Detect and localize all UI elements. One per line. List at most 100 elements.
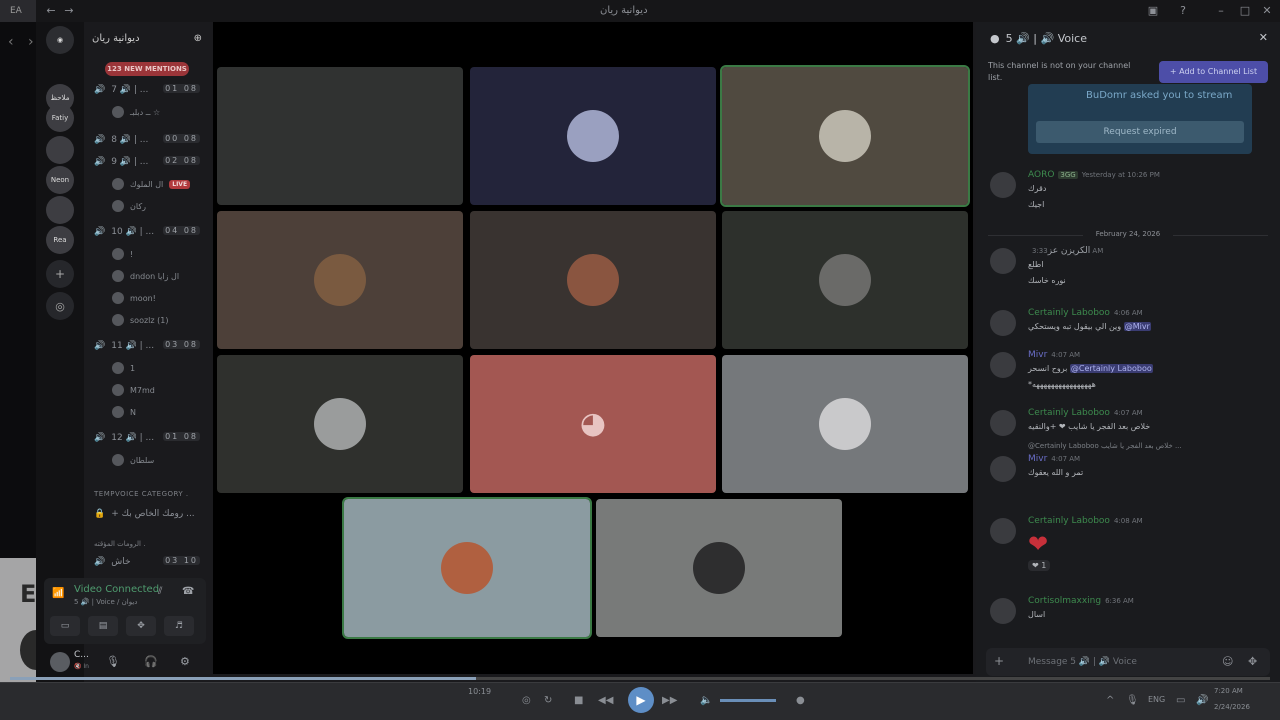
video-tile[interactable] — [470, 211, 716, 349]
video-tile[interactable] — [722, 211, 968, 349]
voice-channel[interactable]: 🔊 10 🔊 | ... 04 08 — [84, 224, 210, 240]
close-icon[interactable]: ✕ — [1259, 31, 1268, 44]
voice-channel[interactable]: 🔊 8 🔊 | ... 00 08 — [84, 132, 210, 148]
volume-icon[interactable]: 🔈 — [700, 695, 712, 706]
speaker-icon[interactable]: 🔊 — [1196, 695, 1208, 706]
repeat-icon[interactable]: ↻ — [544, 695, 552, 706]
settings-icon[interactable]: ⚙ — [180, 655, 190, 668]
voice-member[interactable]: dndon ال زايا — [112, 268, 208, 284]
voice-member[interactable]: soozlz (1) — [112, 312, 208, 328]
avatar[interactable] — [990, 352, 1016, 378]
video-tile[interactable] — [217, 211, 463, 349]
reply-preview[interactable]: @Certainly Laboboo خلاص بعد الفجر يا شاي… — [1028, 442, 1182, 450]
media-progress-bar[interactable] — [10, 677, 1270, 680]
user-mention[interactable]: @Certainly Laboboo — [1069, 364, 1153, 373]
add-to-channel-list-button[interactable]: + Add to Channel List — [1159, 61, 1268, 83]
emoji-icon[interactable]: ☺ — [1222, 655, 1233, 668]
discover-icon[interactable]: ◎ — [46, 292, 74, 320]
avatar[interactable] — [990, 518, 1016, 544]
fast-forward-icon[interactable]: ▶▶ — [662, 695, 677, 706]
server-icon[interactable]: Rea — [46, 226, 74, 254]
player-app-icon[interactable]: ◎ — [522, 695, 531, 706]
voice-channel[interactable]: 🔊 11 🔊 | ... 03 08 — [84, 338, 210, 354]
server-icon[interactable] — [46, 196, 74, 224]
add-member-icon[interactable]: ⊕ — [194, 33, 202, 44]
forward-icon[interactable]: → — [62, 4, 76, 18]
discord-home-icon[interactable]: ◉ 6 — [46, 26, 74, 54]
browser-tab[interactable]: EA — [0, 0, 36, 22]
volume-slider[interactable] — [720, 699, 776, 702]
voice-member[interactable]: ركان — [112, 198, 208, 214]
voice-member[interactable]: ! — [112, 246, 208, 262]
message-author[interactable]: Certainly Laboboo 4:07 AM — [1028, 408, 1143, 418]
voice-member[interactable]: ــ دبلبـ ☆ — [112, 104, 208, 120]
network-icon[interactable]: ▭ — [1176, 695, 1185, 706]
language-indicator[interactable]: ENG — [1148, 695, 1165, 704]
message-author[interactable]: Cortisolmaxxing 6:36 AM — [1028, 596, 1134, 606]
video-tile[interactable] — [720, 65, 970, 207]
camera-icon[interactable]: ▭ — [50, 616, 80, 636]
maximize-icon[interactable]: □ — [1238, 4, 1252, 18]
user-name[interactable]: C... — [74, 650, 89, 660]
new-mentions-pill[interactable]: 123 NEW MENTIONS — [105, 62, 189, 76]
disconnect-icon[interactable]: ☎ — [182, 586, 194, 597]
request-expired-button[interactable]: Request expired — [1036, 121, 1244, 143]
soundboard-icon[interactable]: ♬ — [164, 616, 194, 636]
video-tile[interactable] — [722, 355, 968, 493]
video-tile[interactable]: ◕ — [470, 355, 716, 493]
video-tile[interactable] — [470, 67, 716, 205]
voice-channel[interactable]: 🔊 خاش 03 10 — [84, 554, 210, 570]
category-rooms[interactable]: الرومات المؤقته . — [94, 540, 145, 548]
voice-member[interactable]: ال الملوك LIVE — [112, 176, 208, 192]
microphone-icon[interactable]: 🎙 — [106, 655, 120, 668]
voice-member[interactable]: moon! — [112, 290, 208, 306]
message-author[interactable]: Certainly Laboboo 4:06 AM — [1028, 308, 1143, 318]
rewind-icon[interactable]: ◀◀ — [598, 695, 613, 706]
server-header[interactable]: ديوانية ريان ⊕ — [84, 22, 210, 54]
chevron-right-icon[interactable]: › — [28, 34, 34, 50]
server-icon[interactable]: Neon — [46, 166, 74, 194]
voice-status-title[interactable]: Video Connected — [74, 584, 159, 595]
inbox-icon[interactable]: ▣ — [1146, 4, 1160, 18]
avatar[interactable] — [990, 456, 1016, 482]
apps-icon[interactable]: ✥ — [1248, 655, 1257, 668]
voice-member[interactable]: سلطان — [112, 452, 208, 468]
tray-mic-icon[interactable]: 🎙 — [1126, 695, 1139, 706]
server-icon[interactable]: Fatiy — [46, 104, 74, 132]
headphones-icon[interactable]: 🎧 — [144, 655, 158, 668]
voice-member[interactable]: M7md — [112, 382, 208, 398]
avatar[interactable] — [990, 410, 1016, 436]
avatar[interactable] — [990, 310, 1016, 336]
message-author[interactable]: AORO 3GG Yesterday at 10:26 PM — [1028, 170, 1160, 180]
avatar[interactable] — [990, 248, 1016, 274]
message-author[interactable]: Mivr 4:07 AM — [1028, 454, 1080, 464]
help-icon[interactable]: ? — [1176, 4, 1190, 18]
avatar[interactable] — [990, 172, 1016, 198]
category-tempvoice[interactable]: TEMPVOICE CATEGORY . — [94, 490, 189, 498]
message-author[interactable]: Certainly Laboboo 4:08 AM — [1028, 516, 1143, 526]
avatar[interactable] — [50, 652, 70, 672]
voice-channel[interactable]: 🔊 7 🔊 | ... 01 08 — [84, 82, 210, 98]
add-server-icon[interactable]: + — [46, 260, 74, 288]
recording-icon[interactable]: ● — [796, 695, 805, 706]
stop-icon[interactable]: ■ — [574, 695, 583, 706]
video-tile[interactable] — [217, 67, 463, 205]
voice-member[interactable]: N — [112, 404, 208, 420]
user-mention[interactable]: @Mivr — [1123, 322, 1151, 331]
screen-share-icon[interactable]: ▤ — [88, 616, 118, 636]
video-tile[interactable] — [217, 355, 463, 493]
noise-suppression-icon[interactable]: ⫽ — [158, 586, 162, 597]
message-author[interactable]: Mivr 4:07 AM — [1028, 350, 1080, 360]
play-button[interactable]: ▶ — [628, 687, 654, 713]
close-window-icon[interactable]: ✕ — [1260, 4, 1274, 18]
voice-member[interactable]: 1 — [112, 360, 208, 376]
voice-channel[interactable]: 🔊 9 🔊 | ... 02 08 — [84, 154, 210, 170]
video-tile[interactable] — [596, 499, 842, 637]
message-composer[interactable]: + Message 5 🔊 | 🔊 Voice ☺ ✥ — [986, 648, 1270, 676]
back-icon[interactable]: ← — [44, 4, 58, 18]
reaction-pill[interactable]: ❤ 1 — [1028, 560, 1051, 571]
tray-chevron-icon[interactable]: ^ — [1106, 695, 1114, 706]
message-author[interactable]: الكريزن عز3:33 AM — [1028, 246, 1103, 256]
activity-icon[interactable]: ✥ — [126, 616, 156, 636]
video-tile[interactable] — [342, 497, 592, 639]
